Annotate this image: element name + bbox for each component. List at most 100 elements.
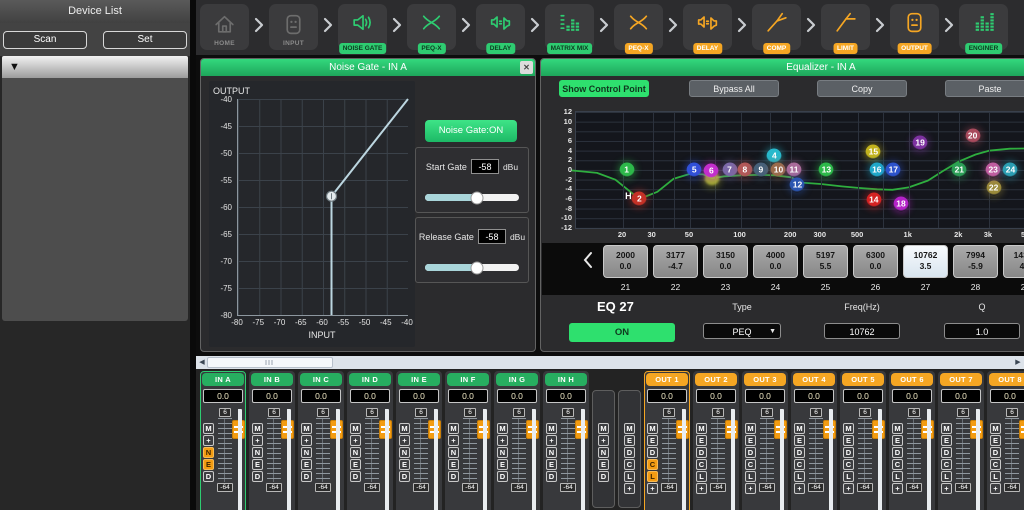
channel-button-M[interactable]: M xyxy=(794,423,805,434)
channel-button-C[interactable]: C xyxy=(624,459,635,470)
channel-button-D[interactable]: D xyxy=(497,471,508,482)
channel-button-N[interactable]: N xyxy=(448,447,459,458)
channel-button-C[interactable]: C xyxy=(990,459,1001,470)
channel-button-+[interactable]: + xyxy=(990,483,1001,494)
channel-button-M[interactable]: M xyxy=(497,423,508,434)
channel-button-+[interactable]: + xyxy=(647,483,658,494)
paste-button[interactable]: Paste xyxy=(945,80,1024,97)
channel-label[interactable]: OUT 6 xyxy=(891,373,933,386)
channel-gain-value[interactable]: 0.0 xyxy=(892,389,932,403)
eq-band-cell-22[interactable]: 3177-4.7 xyxy=(653,245,698,278)
scrollbar-thumb[interactable] xyxy=(207,357,333,368)
channel-button-+[interactable]: + xyxy=(497,435,508,446)
toolbar-item-input[interactable]: INPUT xyxy=(269,4,318,50)
fader-handle[interactable] xyxy=(1019,420,1024,439)
channel-button-L[interactable]: L xyxy=(745,471,756,482)
toolbar-item-delay[interactable]: DELAY xyxy=(476,4,525,50)
toolbar-item-comp[interactable]: COMP xyxy=(752,4,801,50)
channel-gain-value[interactable]: 0.0 xyxy=(203,389,243,403)
eq-control-point-23[interactable]: 23 xyxy=(986,163,1001,178)
channel-button-N[interactable]: N xyxy=(301,447,312,458)
channel-button-C[interactable]: C xyxy=(892,459,903,470)
eq-control-point-10[interactable]: 10 xyxy=(771,163,786,178)
channel-button-+[interactable]: + xyxy=(350,435,361,446)
channel-button-D[interactable]: D xyxy=(399,471,410,482)
channel-button-C[interactable]: C xyxy=(843,459,854,470)
noise-gate-on-button[interactable]: Noise Gate:ON xyxy=(425,120,517,142)
channel-button-M[interactable]: M xyxy=(546,423,557,434)
channel-button-N[interactable]: N xyxy=(203,447,214,458)
channel-label[interactable]: IN F xyxy=(447,373,489,386)
channel-button-M[interactable]: M xyxy=(598,423,609,434)
eq-control-point-22[interactable]: 22 xyxy=(986,181,1001,196)
channel-button-E[interactable]: E xyxy=(497,459,508,470)
channel-label[interactable]: OUT 1 xyxy=(646,373,688,386)
channel-button-E[interactable]: E xyxy=(624,435,635,446)
channel-button-M[interactable]: M xyxy=(647,423,658,434)
start-gate-input[interactable] xyxy=(471,159,499,174)
channel-button-L[interactable]: L xyxy=(990,471,1001,482)
channel-gain-value[interactable]: 0.0 xyxy=(745,389,785,403)
channel-button-E[interactable]: E xyxy=(892,435,903,446)
channel-button-D[interactable]: D xyxy=(745,447,756,458)
channel-button-+[interactable]: + xyxy=(399,435,410,446)
eq-q-input[interactable] xyxy=(945,325,1019,339)
channel-button-+[interactable]: + xyxy=(203,435,214,446)
channel-gain-value[interactable]: 0.0 xyxy=(647,389,687,403)
channel-label[interactable]: IN C xyxy=(300,373,342,386)
eq-control-point-20[interactable]: 20 xyxy=(965,129,980,144)
channel-button-+[interactable]: + xyxy=(448,435,459,446)
channel-button-E[interactable]: E xyxy=(301,459,312,470)
channel-button-D[interactable]: D xyxy=(941,447,952,458)
channel-label[interactable]: IN D xyxy=(349,373,391,386)
channel-button-+[interactable]: + xyxy=(843,483,854,494)
channel-button-C[interactable]: C xyxy=(794,459,805,470)
channel-gain-value[interactable]: 0.0 xyxy=(497,389,537,403)
channel-button-N[interactable]: N xyxy=(350,447,361,458)
channel-label[interactable]: IN H xyxy=(545,373,587,386)
channel-button-+[interactable]: + xyxy=(892,483,903,494)
channel-button-E[interactable]: E xyxy=(399,459,410,470)
horizontal-scrollbar[interactable]: ◀ ▶ xyxy=(196,356,1024,369)
eq-band-cell-28[interactable]: 7994-5.9 xyxy=(953,245,998,278)
scroll-right-icon[interactable]: ▶ xyxy=(1012,356,1024,369)
channel-button-L[interactable]: L xyxy=(941,471,952,482)
channel-button-E[interactable]: E xyxy=(252,459,263,470)
toolbar-item-output[interactable]: OUTPUT xyxy=(890,4,939,50)
channel-button-L[interactable]: L xyxy=(843,471,854,482)
channel-gain-value[interactable]: 0.0 xyxy=(990,389,1024,403)
channel-button-D[interactable]: D xyxy=(624,447,635,458)
toolbar-item-delay[interactable]: DELAY xyxy=(683,4,732,50)
channel-gain-value[interactable]: 0.0 xyxy=(941,389,981,403)
channel-button-D[interactable]: D xyxy=(794,447,805,458)
channel-button-M[interactable]: M xyxy=(624,423,635,434)
eq-band-cell-29[interactable]: 143404.2 xyxy=(1003,245,1024,278)
channel-button-M[interactable]: M xyxy=(301,423,312,434)
slider-thumb[interactable] xyxy=(470,261,483,274)
channel-button-E[interactable]: E xyxy=(794,435,805,446)
eq-type-select[interactable]: PEQ ▼ xyxy=(703,323,781,339)
channel-button-N[interactable]: N xyxy=(399,447,410,458)
channel-button-C[interactable]: C xyxy=(696,459,707,470)
channel-button-+[interactable]: + xyxy=(696,483,707,494)
eq-control-point-18[interactable]: 18 xyxy=(894,196,909,211)
channel-button-M[interactable]: M xyxy=(843,423,854,434)
channel-button-+[interactable]: + xyxy=(598,435,609,446)
channel-button-E[interactable]: E xyxy=(598,459,609,470)
eq-control-point-2[interactable]: 2 xyxy=(632,192,647,207)
channel-gain-value[interactable]: 0.0 xyxy=(794,389,834,403)
eq-control-point-19[interactable]: 19 xyxy=(913,136,928,151)
release-gate-slider[interactable] xyxy=(425,264,519,271)
channel-gain-value[interactable]: 0.0 xyxy=(399,389,439,403)
set-button[interactable]: Set xyxy=(103,31,187,49)
channel-label[interactable]: OUT 8 xyxy=(989,373,1024,386)
eq-control-point-7[interactable]: 7 xyxy=(722,163,737,178)
channel-button-D[interactable]: D xyxy=(892,447,903,458)
channel-button-M[interactable]: M xyxy=(203,423,214,434)
channel-button-D[interactable]: D xyxy=(647,447,658,458)
channel-button-E[interactable]: E xyxy=(647,435,658,446)
eq-control-point-5[interactable]: 5 xyxy=(687,163,702,178)
channel-button-+[interactable]: + xyxy=(546,435,557,446)
eq-band-cell-25[interactable]: 51975.5 xyxy=(803,245,848,278)
channel-button-+[interactable]: + xyxy=(301,435,312,446)
